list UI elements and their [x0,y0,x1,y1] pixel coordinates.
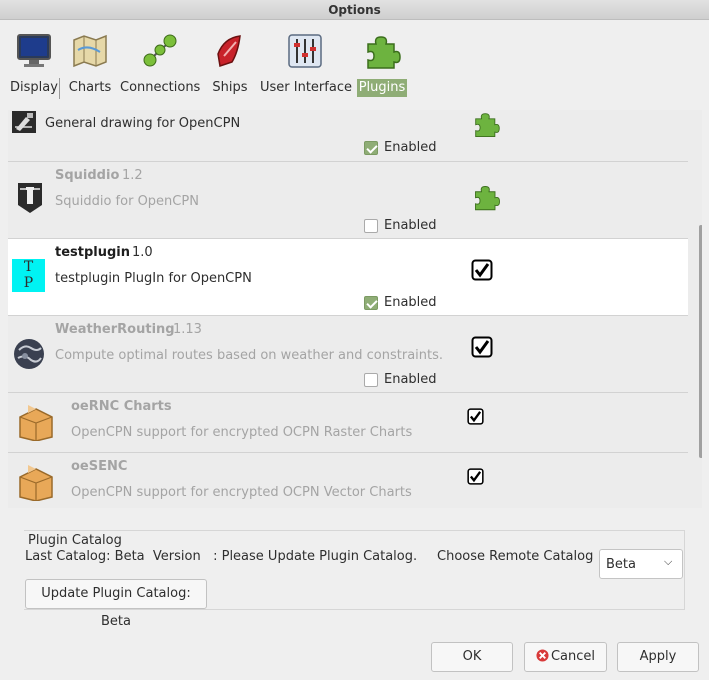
apply-button[interactable]: Apply [617,642,699,672]
vertical-scrollbar[interactable] [698,110,702,508]
plugin-description: Compute optimal routes based on weather … [55,348,444,363]
tab-connections[interactable]: Connections [120,20,200,100]
plugin-name: testplugin [55,245,131,260]
connections-icon [140,32,180,70]
ok-button[interactable]: OK [431,642,513,672]
enabled-label: Enabled [384,218,437,233]
checkbox[interactable] [364,219,378,233]
plugin-description: OpenCPN support for encrypted OCPN Vecto… [71,485,412,500]
enabled-label: Enabled [384,140,437,155]
plugin-version: 1.2 [122,168,143,183]
checkbox-icon [471,259,493,285]
tp-icon-text: TP [23,259,34,291]
monitor-icon [14,32,54,70]
plugin-list[interactable]: General drawing for OpenCPN Enabled Squi… [8,110,702,508]
tab-label: Connections [120,80,201,95]
tab-plugins[interactable]: Plugins [357,20,407,100]
selected-catalog: Beta [606,557,636,572]
tab-user-interface[interactable]: User Interface [260,20,352,100]
plugin-row[interactable]: WeatherRouting 1.13 Compute optimal rout… [8,316,688,393]
tab-ships[interactable]: Ships [208,20,252,100]
tab-label: Ships [212,80,248,95]
catalog-title: Plugin Catalog [28,533,122,548]
plugin-name: Squiddio [55,168,120,183]
drawing-tool-icon [12,111,36,137]
chevron-down-icon: ⌵ [664,555,673,568]
cancel-icon [536,645,549,673]
tab-charts[interactable]: Charts [66,20,114,100]
checkbox-icon [467,408,484,429]
puzzle-icon [362,32,402,70]
charts-icon [70,32,110,70]
puzzle-icon [471,110,501,142]
plugin-row[interactable]: oeRNC Charts OpenCPN support for encrypt… [8,393,688,453]
checkbox-icon [471,336,493,362]
window-title: Options [0,0,709,20]
update-plugin-catalog-button[interactable]: Update Plugin Catalog: Beta [25,579,207,629]
plugin-row[interactable]: oeSENC OpenCPN support for encrypted OCP… [8,453,688,508]
plugin-row[interactable]: TP testplugin 1.0 testplugin PlugIn for … [8,239,688,316]
plugin-description: testplugin PlugIn for OpenCPN [55,271,252,286]
tab-label: User Interface [260,80,352,95]
plugin-version: 1.0 [132,245,153,260]
choose-remote-catalog-label: Choose Remote Catalog [437,549,594,564]
enabled-label: Enabled [384,295,437,310]
plugin-name: oeRNC Charts [71,399,172,414]
lighthouse-icon [16,181,44,219]
scrollbar-thumb[interactable] [699,225,702,458]
tab-label: Charts [68,80,112,95]
enabled-label: Enabled [384,372,437,387]
sliders-icon [285,32,325,70]
tp-icon: TP [12,259,45,292]
checkbox-icon [467,468,484,489]
plugin-version: 1.13 [173,322,202,337]
cancel-button[interactable]: Cancel [524,642,607,672]
puzzle-icon [471,181,501,217]
globe-icon [13,338,45,374]
remote-catalog-select[interactable]: Beta ⌵ [599,549,683,579]
package-icon [18,403,54,445]
plugin-description: Squiddio for OpenCPN [55,194,199,209]
plugin-description: General drawing for OpenCPN [45,116,241,131]
options-tabbar: Display Charts Connections Ships User In… [0,20,709,100]
last-catalog-text: Last Catalog: Beta Version : Please Upda… [25,549,418,564]
plugin-row[interactable]: Squiddio 1.2 Squiddio for OpenCPN Enable… [8,162,688,239]
checkbox[interactable] [364,296,378,310]
ship-icon [210,32,250,70]
checkbox[interactable] [364,141,378,155]
tab-label: Plugins [357,79,407,97]
tab-label: Display [10,80,58,95]
plugin-name: oeSENC [71,459,128,474]
tab-display[interactable]: Display [10,20,58,100]
tab-divider [59,78,60,99]
plugin-name: WeatherRouting [55,322,175,337]
cancel-label: Cancel [550,649,596,664]
plugin-description: OpenCPN support for encrypted OCPN Raste… [71,425,413,440]
checkbox[interactable] [364,373,378,387]
plugin-row[interactable]: General drawing for OpenCPN Enabled [8,110,688,162]
package-icon [18,463,54,505]
